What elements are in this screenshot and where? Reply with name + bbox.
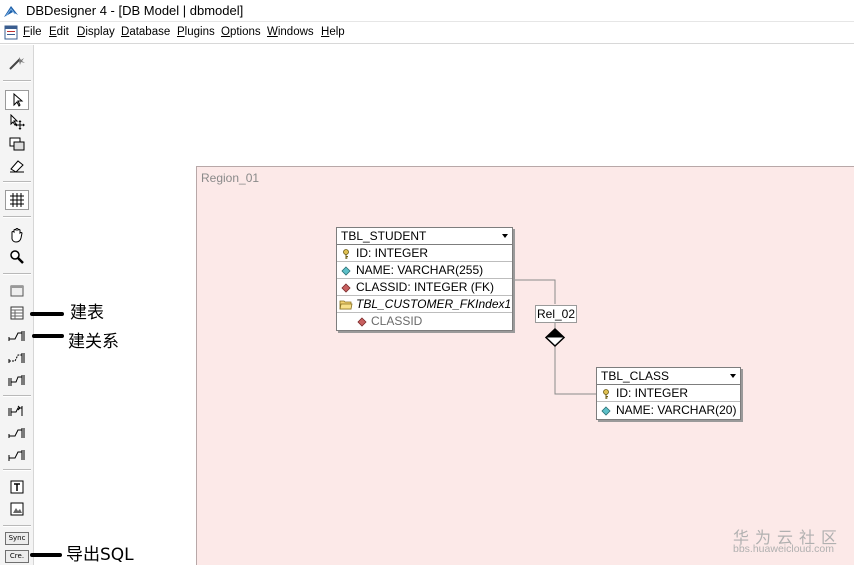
relation-1n-icon[interactable] [5, 326, 29, 346]
column-row[interactable]: NAME: VARCHAR(255) [337, 262, 512, 279]
region-label: Region_01 [201, 171, 260, 185]
window-title: DBDesigner 4 - [DB Model | dbmodel] [26, 3, 244, 18]
relation-nm-icon[interactable] [5, 370, 29, 390]
annotation-arrow [32, 334, 64, 338]
menu-display[interactable]: Display [77, 26, 115, 38]
sync-button[interactable]: Sync [5, 532, 29, 545]
annotation-create-relation: 建关系 [68, 332, 119, 352]
menu-plugins[interactable]: Plugins [177, 26, 215, 38]
menu-file[interactable]: File [23, 26, 42, 38]
column-row[interactable]: ID: INTEGER [597, 385, 740, 402]
column-row[interactable]: ID: INTEGER [337, 245, 512, 262]
watermark-url: bbs.huaweicloud.com [733, 543, 834, 555]
image-icon[interactable] [5, 499, 29, 519]
wand-icon[interactable] [5, 53, 29, 73]
tool-palette: Sync Cre. [0, 45, 34, 565]
menu-database[interactable]: Database [121, 26, 170, 38]
diamond-red-icon [341, 283, 351, 293]
relation-11-icon[interactable] [5, 348, 29, 368]
key-icon [343, 249, 349, 259]
relation-11-sub-icon[interactable] [5, 423, 29, 443]
app-icon [4, 6, 18, 17]
diamond-cyan-icon [341, 266, 351, 276]
dropdown-icon[interactable] [730, 374, 736, 378]
annotation-arrow [30, 553, 62, 557]
magnifier-icon[interactable] [5, 247, 29, 267]
annotation-export-sql: 导出SQL [66, 545, 134, 565]
relation-nm-sub-icon[interactable] [5, 445, 29, 465]
move-icon[interactable] [5, 112, 29, 132]
document-icon[interactable] [4, 25, 18, 40]
folder-icon [339, 300, 353, 310]
column-row[interactable]: NAME: VARCHAR(20) [597, 402, 740, 419]
column-row[interactable]: CLASSID: INTEGER (FK) [337, 279, 512, 296]
relation-label[interactable]: Rel_02 [535, 305, 577, 323]
diamond-cyan-icon [601, 406, 611, 416]
relation-1n-sub-icon[interactable] [5, 401, 29, 421]
region-icon[interactable] [5, 281, 29, 301]
key-icon [603, 389, 609, 399]
menu-options[interactable]: Options [221, 26, 261, 38]
eraser-icon[interactable] [5, 156, 29, 176]
index-column-row[interactable]: CLASSID [337, 313, 512, 330]
table-name: TBL_STUDENT [341, 229, 427, 243]
table-name: TBL_CLASS [601, 369, 670, 383]
new-table-icon[interactable] [5, 303, 29, 323]
region[interactable]: Region_01 [196, 166, 854, 565]
menu-windows[interactable]: Windows [267, 26, 314, 38]
sizing-icon[interactable] [5, 134, 29, 154]
menu-edit[interactable]: Edit [49, 26, 69, 38]
pointer-icon[interactable] [5, 90, 29, 110]
annotation-create-table: 建表 [70, 303, 104, 323]
create-script-button[interactable]: Cre. [5, 550, 29, 563]
text-note-icon[interactable] [5, 477, 29, 497]
diamond-red-icon [357, 317, 367, 327]
menu-help[interactable]: Help [321, 26, 345, 38]
title-bar: DBDesigner 4 - [DB Model | dbmodel] [0, 0, 854, 22]
grid-icon[interactable] [5, 190, 29, 210]
index-row[interactable]: TBL_CUSTOMER_FKIndex1 [337, 296, 512, 313]
annotation-arrow [30, 312, 64, 316]
dropdown-icon[interactable] [502, 234, 508, 238]
table-header[interactable]: TBL_CLASS [597, 368, 740, 385]
table-class[interactable]: TBL_CLASS ID: INTEGER NAME: VARCHAR(20) [596, 367, 741, 420]
table-header[interactable]: TBL_STUDENT [337, 228, 512, 245]
table-student[interactable]: TBL_STUDENT ID: INTEGER NAME: VARCHAR(25… [336, 227, 513, 331]
menu-bar: File Edit Display Database Plugins Optio… [0, 22, 854, 44]
hand-icon[interactable] [5, 225, 29, 245]
